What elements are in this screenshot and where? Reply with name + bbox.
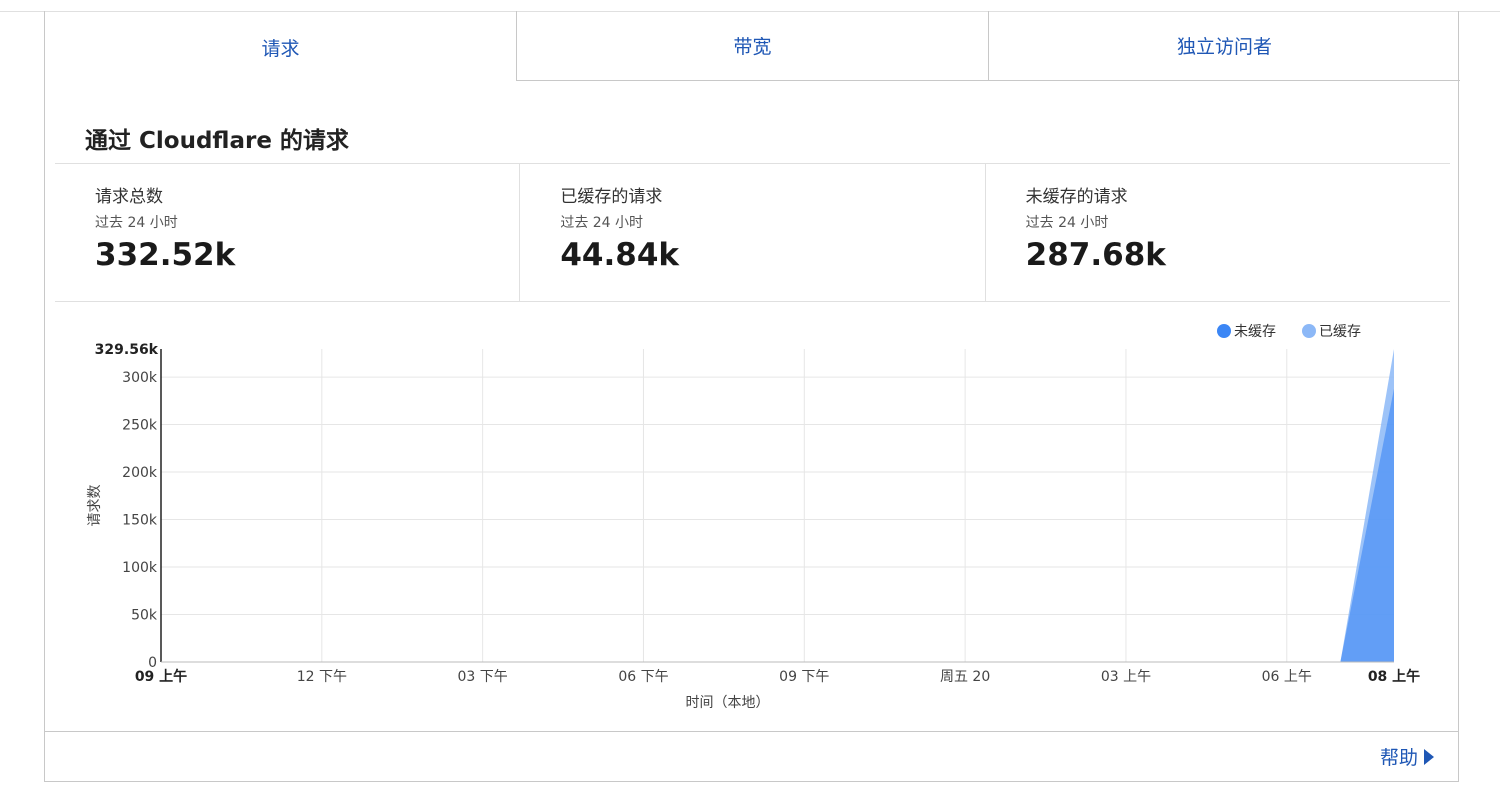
legend-label: 已缓存 [1319,324,1361,340]
stat-period: 过去 24 小时 [560,215,644,231]
x-tick-label: 09 下午 [779,669,829,685]
stat-period: 过去 24 小时 [95,215,178,231]
tab-bar: 请求 带宽 独立访问者 [45,11,1460,82]
y-tick-label: 50k [131,608,158,624]
x-tick-label: 03 上午 [1101,669,1151,685]
x-tick-label: 03 下午 [458,669,508,685]
help-label: 帮助 [1379,747,1418,769]
analytics-panel: 请求 带宽 独立访问者 通过 Cloudflare 的请求 请求总数 过去 24… [44,11,1460,782]
x-tick-label: 08 上午 [1368,668,1420,685]
stat-period: 过去 24 小时 [1025,215,1109,231]
x-tick-label: 09 上午 [135,668,187,685]
stat-cached-requests: 已缓存的请求 过去 24 小时 44.84k [519,164,984,301]
tab-unique-visitors[interactable]: 独立访问者 [988,11,1460,81]
tab-bandwidth[interactable]: 带宽 [516,11,988,81]
legend-marker [1217,324,1231,338]
series-area-cached [161,349,1394,662]
divider [55,301,1450,302]
footer-divider [45,731,1458,732]
stat-label: 已缓存的请求 [560,187,663,207]
x-tick-label: 06 下午 [618,669,668,685]
stats-row: 请求总数 过去 24 小时 332.52k 已缓存的请求 过去 24 小时 44… [55,164,1450,301]
x-tick-label: 12 下午 [297,669,347,685]
stat-label: 请求总数 [95,187,163,207]
series-area-uncached [161,388,1394,662]
y-axis-title: 请求数 [87,485,103,527]
stat-label: 未缓存的请求 [1025,187,1128,207]
y-max-label: 329.56k [95,342,159,358]
legend-label: 未缓存 [1234,324,1276,340]
stat-value: 44.84k [560,237,679,273]
help-link[interactable]: 帮助 [1380,743,1434,770]
tab-requests[interactable]: 请求 [45,11,516,82]
legend-marker [1302,324,1316,338]
x-tick-label: 周五 20 [940,669,990,685]
section-title: 通过 Cloudflare 的请求 [85,128,349,154]
y-tick-label: 150k [122,513,158,529]
stat-value: 332.52k [95,237,236,273]
stat-uncached-requests: 未缓存的请求 过去 24 小时 287.68k [984,164,1450,301]
x-axis-title: 时间（本地） [686,695,770,711]
y-tick-label: 100k [122,560,158,576]
requests-chart: 050k100k150k200k250k300k329.56k09 上午 12 下… [87,324,1420,711]
y-tick-label: 250k [122,418,158,434]
y-tick-label: 300k [122,370,158,386]
caret-right-icon [1424,748,1434,765]
x-tick-label: 06 上午 [1262,669,1312,685]
y-tick-label: 200k [122,465,158,481]
stat-total-requests: 请求总数 过去 24 小时 332.52k [55,164,519,301]
stat-value: 287.68k [1025,237,1166,273]
